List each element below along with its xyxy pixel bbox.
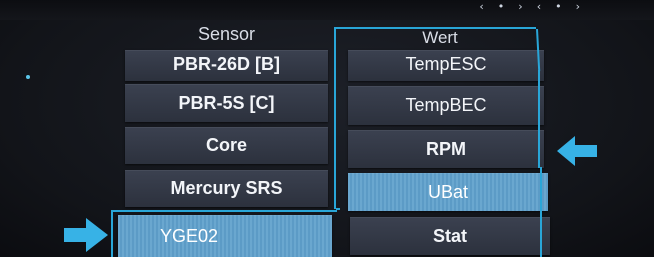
value-item-tempesc[interactable]: TempESC — [348, 50, 544, 81]
sensor-item-yge02[interactable]: YGE02 — [118, 215, 332, 257]
value-item-tempbec[interactable]: TempBEC — [348, 86, 544, 125]
value-item-label: TempBEC — [405, 95, 487, 115]
sensor-item-label: PBR-5S [C] — [178, 92, 275, 113]
value-column-header: Wert — [422, 28, 458, 47]
sensor-item-pbr-5s[interactable]: PBR-5S [C] — [125, 84, 328, 122]
arrow-right-icon — [64, 218, 108, 252]
value-item-stat[interactable]: Stat — [350, 217, 550, 255]
arrow-left-icon — [557, 136, 597, 166]
sensor-item-label: YGE02 — [160, 225, 219, 246]
sensor-item-mercury-srs[interactable]: Mercury SRS — [125, 170, 328, 207]
value-item-rpm[interactable]: RPM — [348, 130, 544, 168]
sensor-item-label: Core — [205, 135, 247, 155]
sensor-item-pbr-26d[interactable]: PBR-26D [B] — [125, 50, 328, 81]
frame-yge-top — [111, 210, 337, 212]
sensor-item-core[interactable]: Core — [125, 127, 328, 164]
sensor-item-label: PBR-26D [B] — [172, 54, 280, 74]
sensor-item-label: Mercury SRS — [170, 178, 283, 198]
value-item-label: Stat — [432, 225, 467, 246]
frame-right-lower — [538, 70, 540, 168]
indicator-dot — [26, 75, 30, 79]
value-item-label: TempESC — [405, 54, 487, 74]
sensor-value-screen: Sensor Wert PBR-26D [B] PBR-5S [C] Core … — [0, 12, 654, 257]
frame-right-bottom — [540, 167, 542, 257]
value-item-label: UBat — [427, 181, 469, 202]
frame-left — [334, 27, 336, 209]
frame-yge-left — [111, 210, 113, 257]
frame-top — [334, 27, 536, 29]
sensor-column-header: Sensor — [197, 24, 256, 44]
value-item-label: RPM — [426, 138, 466, 159]
value-item-ubat[interactable]: UBat — [348, 173, 548, 211]
